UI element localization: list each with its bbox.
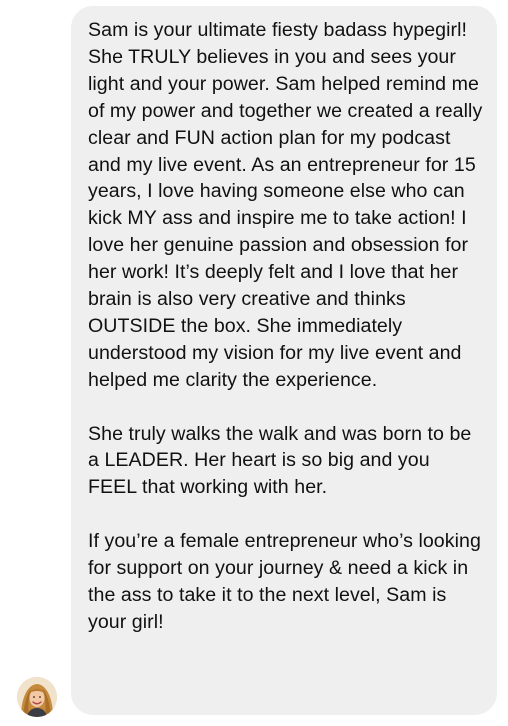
message-paragraph-2: She truly walks the walk and was born to… xyxy=(88,422,472,499)
message-bubble[interactable]: Sam is your ultimate fiesty badass hypeg… xyxy=(71,6,497,715)
sender-avatar[interactable] xyxy=(17,677,57,717)
avatar-photo-icon xyxy=(17,677,57,717)
message-paragraph-1: Sam is your ultimate fiesty badass hypeg… xyxy=(88,19,483,391)
chat-thread: Sam is your ultimate fiesty badass hypeg… xyxy=(0,0,508,726)
message-paragraph-3: If you’re a female entrepreneur who’s lo… xyxy=(88,530,481,633)
